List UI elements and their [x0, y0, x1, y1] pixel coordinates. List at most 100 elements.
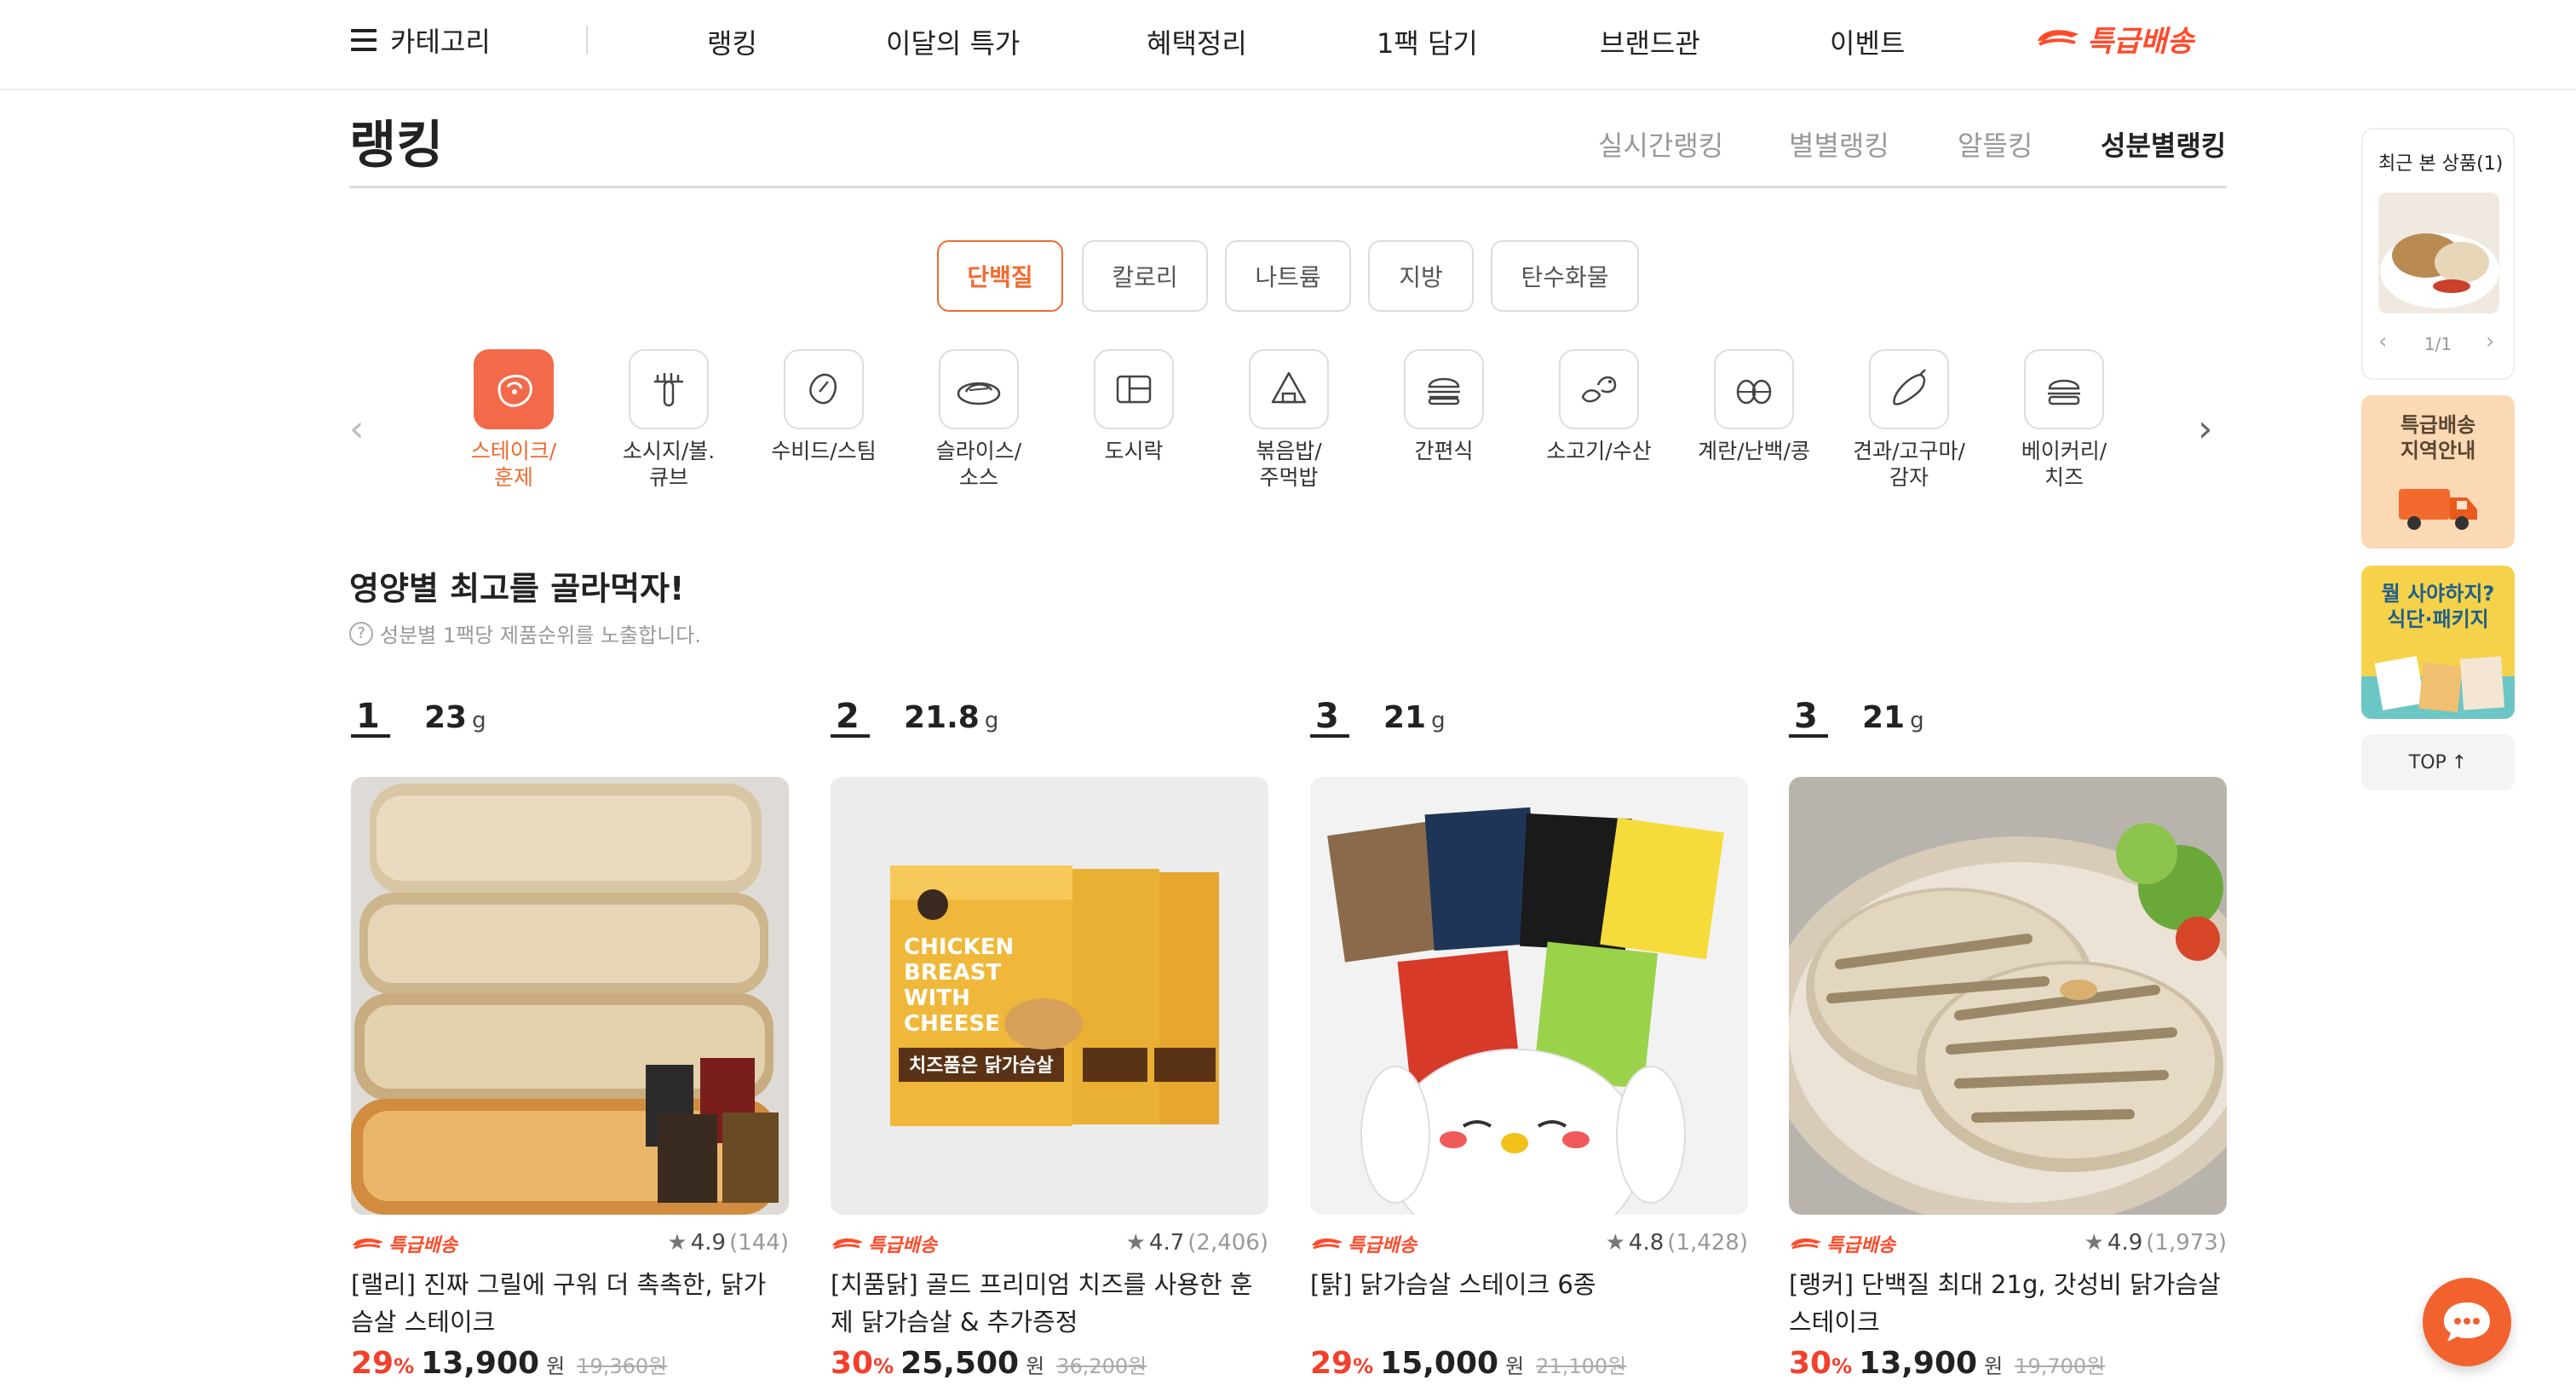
product-card[interactable]: 3 21 g 특급배송 ★ 4.8 (1,428) [탉] 닭가슴살 스테이크 …: [1310, 698, 1748, 1381]
price-unit: 원: [1026, 1354, 1045, 1378]
product-card[interactable]: 1 23 g 특급배송 ★ 4.9 (144) [랠리] 진짜 그릴에 구워 더…: [351, 698, 789, 1381]
tab-realtime-ranking[interactable]: 실시간랭킹: [1598, 124, 1723, 164]
page-title: 랭킹: [349, 116, 444, 175]
top-label: TOP: [2408, 751, 2447, 773]
price-unit: 원: [546, 1354, 566, 1378]
recently-viewed-thumbnail[interactable]: [2378, 193, 2499, 313]
sale-price: 13,900: [1859, 1346, 1978, 1381]
rice-ball-icon: [1249, 349, 1329, 429]
food-package-icon: [2361, 656, 2515, 719]
chat-button[interactable]: [2423, 1278, 2511, 1366]
chevron-right-icon[interactable]: ›: [2486, 329, 2494, 354]
tab-nutrient-ranking[interactable]: 성분별랭킹: [2101, 124, 2226, 164]
recently-viewed-panel: 최근 본 상품(1) ‹ 1/1 ›: [2361, 128, 2515, 380]
category-steak[interactable]: 스테이크/ 훈제: [441, 349, 586, 491]
category-egg-bean[interactable]: 계란/난백/콩: [1682, 349, 1826, 464]
category-nuts-potato[interactable]: 견과/고구마/ 감자: [1837, 349, 1981, 491]
price-row: 30% 25,500 원 36,200원: [831, 1346, 1268, 1381]
nav-monthly-deal[interactable]: 이달의 특가: [886, 22, 1020, 61]
shrimp-logo-icon: [832, 1238, 863, 1250]
nav-ranking[interactable]: 랭킹: [707, 22, 757, 61]
egg-icon: [1714, 349, 1794, 429]
discount-rate: 29%: [351, 1346, 415, 1381]
nav-divider: [586, 26, 588, 55]
delivery-area-banner[interactable]: 특급배송 지역안내: [2361, 395, 2515, 549]
hamburger-icon[interactable]: [351, 29, 377, 51]
express-badge: 특급배송: [351, 1230, 457, 1257]
chip-carbohydrate[interactable]: 탄수화물: [1491, 240, 1639, 312]
star-icon: ★: [1605, 1230, 1625, 1256]
sale-price: 13,900: [421, 1346, 540, 1381]
chip-sodium[interactable]: 나트륨: [1225, 240, 1351, 312]
category-label: 볶음밥/ 주먹밥: [1256, 439, 1322, 490]
original-price: 19,700원: [2015, 1354, 2106, 1378]
nav-benefits[interactable]: 혜택정리: [1147, 22, 1247, 61]
question-circle-icon[interactable]: ?: [349, 621, 373, 646]
diet-package-banner-text: 뭘 사야하지? 식단·패키지: [2381, 582, 2495, 631]
product-card[interactable]: 2 21.8 g CHICKEN BREAST WITH CHEESE 치즈품은 …: [831, 698, 1268, 1381]
tab-value-ranking[interactable]: 알뜰킹: [1958, 124, 2033, 164]
product-name[interactable]: [치품닭] 골드 프리미엄 치즈를 사용한 훈제 닭가슴살 & 추가증정: [831, 1266, 1268, 1341]
category-label: 소시지/볼. 큐브: [622, 439, 716, 490]
chip-calorie[interactable]: 칼로리: [1082, 240, 1208, 312]
product-image[interactable]: CHICKEN BREAST WITH CHEESE 치즈품은 닭가슴살: [831, 777, 1268, 1215]
chevron-left-icon[interactable]: ‹: [349, 407, 365, 451]
sale-price: 25,500: [900, 1346, 1020, 1381]
category-beef-seafood[interactable]: 소고기/수산: [1527, 349, 1671, 464]
sausage-icon: [629, 349, 709, 429]
price-row: 29% 13,900 원 19,360원: [351, 1346, 789, 1381]
nav-one-pack[interactable]: 1팩 담기: [1377, 22, 1478, 61]
category-label: 수비드/스팀: [771, 439, 877, 463]
discount-rate: 29%: [1310, 1346, 1374, 1381]
express-label: 특급배송: [2087, 24, 2194, 59]
shrimp-logo-icon: [2038, 30, 2079, 46]
delivery-area-banner-text: 특급배송 지역안내: [2400, 413, 2476, 463]
lunchbox-icon: [1094, 349, 1174, 429]
scroll-top-button[interactable]: TOP ↑: [2361, 734, 2515, 790]
category-label: 스테이크/ 훈제: [470, 439, 557, 490]
category-fried-rice[interactable]: 볶음밥/ 주먹밥: [1216, 349, 1361, 491]
section-note-text: 성분별 1팩당 제품순위를 노출합니다.: [380, 624, 701, 647]
category-lunchbox[interactable]: 도시락: [1061, 349, 1206, 464]
product-image[interactable]: [351, 777, 789, 1215]
svg-text:WITH: WITH: [904, 986, 970, 1011]
price-unit: 원: [1505, 1354, 1525, 1378]
product-name[interactable]: [랠리] 진짜 그릴에 구워 더 촉촉한, 닭가슴살 스테이크: [351, 1266, 789, 1341]
chevron-right-icon[interactable]: ›: [2198, 407, 2213, 451]
diet-package-banner[interactable]: 뭘 사야하지? 식단·패키지: [2361, 566, 2515, 719]
express-delivery-link[interactable]: 특급배송: [2034, 19, 2194, 59]
chat-bubble-icon: [2444, 1302, 2490, 1342]
tab-star-ranking[interactable]: 별별랭킹: [1789, 124, 1889, 164]
category-label: 도시락: [1104, 439, 1164, 463]
chip-protein[interactable]: 단백질: [937, 240, 1063, 312]
title-divider: [349, 186, 2227, 188]
svg-text:BREAST: BREAST: [904, 960, 1001, 986]
product-name[interactable]: [랭커] 단백질 최대 21g, 갓성비 닭가슴살 스테이크: [1789, 1266, 2227, 1341]
chip-fat[interactable]: 지방: [1368, 240, 1474, 312]
category-convenience[interactable]: 간편식: [1371, 349, 1516, 464]
nav-events[interactable]: 이벤트: [1830, 22, 1905, 61]
protein-amount: 23 g: [424, 700, 486, 735]
product-rating: ★ 4.8 (1,428): [1605, 1230, 1748, 1256]
original-price: 36,200원: [1056, 1354, 1147, 1378]
rank-number: 1: [351, 698, 390, 738]
nav-brands[interactable]: 브랜드관: [1600, 22, 1700, 61]
category-sausage[interactable]: 소시지/볼. 큐브: [596, 349, 741, 491]
steak-icon: [474, 349, 554, 429]
price-row: 29% 15,000 원 21,100원: [1310, 1346, 1748, 1381]
truck-icon: [2399, 489, 2477, 530]
product-name[interactable]: [탉] 닭가슴살 스테이크 6종: [1310, 1266, 1748, 1341]
category-bakery-cheese[interactable]: 베이커리/ 치즈: [1992, 349, 2136, 491]
beef-fish-icon: [1559, 349, 1639, 429]
product-card[interactable]: 3 21 g 특급배송 ★ 4.9 (1,973) [랭커] 단백질 최대 21…: [1789, 698, 2227, 1381]
category-slice[interactable]: 슬라이스/ 소스: [906, 349, 1051, 491]
burger-icon: [1404, 349, 1484, 429]
price-row: 30% 13,900 원 19,700원: [1789, 1346, 2227, 1381]
bakery-icon: [2024, 349, 2104, 429]
sale-price: 15,000: [1380, 1346, 1499, 1381]
product-image[interactable]: [1789, 777, 2227, 1215]
product-image[interactable]: [1310, 777, 1748, 1215]
category-sous-vide[interactable]: 수비드/스팀: [751, 349, 896, 464]
sliced-plate-icon: [939, 349, 1019, 429]
category-menu-label[interactable]: 카테고리: [390, 20, 491, 60]
